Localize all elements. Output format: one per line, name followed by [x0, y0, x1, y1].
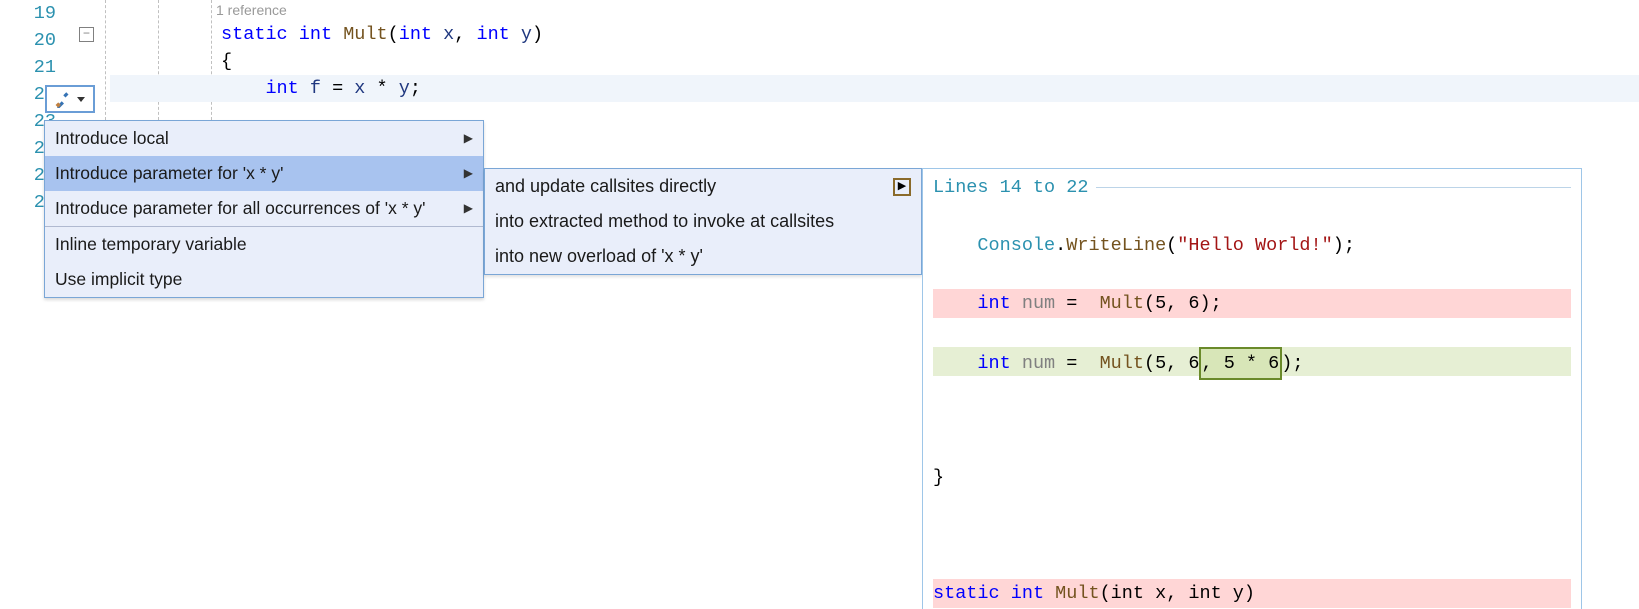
preview-header: Lines 14 to 22	[933, 173, 1088, 202]
submenu-item-new-overload[interactable]: into new overload of 'x * y'	[485, 239, 921, 274]
header-rule	[1096, 187, 1571, 188]
line-number: 19	[14, 0, 56, 27]
quick-actions-lightbulb[interactable]	[45, 85, 95, 113]
submenu-item-update-callsites[interactable]: and update callsites directly ▶	[485, 169, 921, 204]
submenu-arrow-icon: ▶	[464, 156, 473, 191]
line-number: 20	[14, 27, 56, 54]
menu-item-introduce-parameter-all[interactable]: Introduce parameter for all occurrences …	[45, 191, 483, 226]
screwdriver-icon	[55, 90, 73, 108]
preview-changes-panel: Lines 14 to 22 Console.WriteLine("Hello …	[922, 168, 1582, 609]
fold-toggle[interactable]: −	[79, 27, 94, 42]
inserted-text: , 5 * 6	[1199, 347, 1283, 380]
dropdown-caret-icon	[77, 97, 85, 102]
preview-diff-body: Console.WriteLine("Hello World!"); int n…	[923, 202, 1581, 609]
submenu-arrow-icon: ▶	[464, 121, 473, 156]
keyword-static: static	[221, 24, 288, 45]
codelens-reference[interactable]: 1 reference	[110, 0, 1639, 21]
menu-item-inline-temporary[interactable]: Inline temporary variable	[45, 227, 483, 262]
quick-actions-submenu: and update callsites directly ▶ into ext…	[484, 168, 922, 275]
fold-gutter: −	[79, 4, 94, 42]
quick-actions-menu: Introduce local ▶ Introduce parameter fo…	[44, 120, 484, 298]
menu-item-use-implicit-type[interactable]: Use implicit type	[45, 262, 483, 297]
line-number: 21	[14, 54, 56, 81]
menu-item-introduce-local[interactable]: Introduce local ▶	[45, 121, 483, 156]
keyword-int: int	[299, 24, 332, 45]
code-area[interactable]: 1 reference static int Mult(int x, int y…	[110, 0, 1639, 102]
menu-item-introduce-parameter[interactable]: Introduce parameter for 'x * y' ▶	[45, 156, 483, 191]
method-name: Mult	[343, 24, 387, 45]
submenu-item-extracted-method[interactable]: into extracted method to invoke at calls…	[485, 204, 921, 239]
submenu-arrow-icon: ▶	[464, 191, 473, 226]
submenu-arrow-boxed-icon: ▶	[893, 178, 911, 196]
